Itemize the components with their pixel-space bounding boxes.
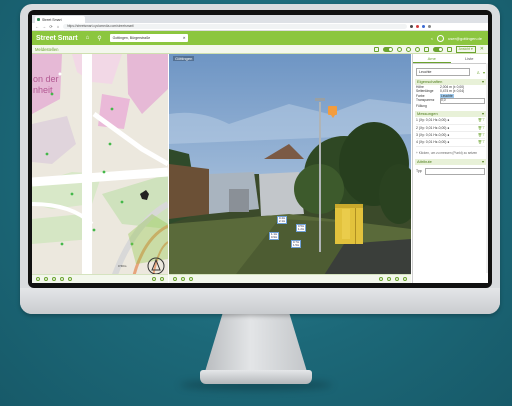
panorama-image[interactable] [169, 54, 411, 283]
measurement-label[interactable]: 1.1m 0.9m [269, 232, 280, 241]
search-icon[interactable]: ⚲ [97, 35, 101, 42]
app-header: Street Smart ⌂ ⚲ Gottingen, Bürgerstraße… [32, 31, 488, 45]
panorama-panel[interactable]: Göttingen 0.4m 2.1m 0.5m 1.2m 1.1m 0.9m … [169, 54, 411, 283]
measurement-label[interactable]: 0.7m 1.5m [291, 240, 302, 249]
locate-icon[interactable] [44, 277, 48, 281]
monitor-stand-base [200, 370, 312, 384]
eye-icon[interactable] [189, 277, 193, 281]
view-select[interactable]: Ansicht ▾ [455, 45, 476, 53]
feature-type-select[interactable]: Leuchte [416, 68, 471, 76]
measurement-row[interactable]: 3 (Xy: 0,01 Hz-0,00) ● 🗑 ⊤ [416, 132, 485, 140]
toolbar-tools: Ansicht ▾ ✕ [373, 45, 488, 53]
window-icon[interactable] [423, 46, 429, 52]
pin-icon[interactable]: ⊤ [482, 117, 485, 123]
target-icon[interactable] [414, 46, 420, 52]
browser-tab[interactable]: Street Smart [35, 16, 85, 23]
browser-tab-bar: Street Smart [32, 15, 488, 23]
panel-scrollbar[interactable] [486, 63, 488, 273]
user-area: < user@gottingen.de [431, 34, 488, 42]
reload-button[interactable]: ⟳ [49, 24, 53, 29]
user-name[interactable]: user@gottingen.de [448, 36, 482, 41]
tab-ame[interactable]: Ame [413, 54, 451, 63]
user-icon[interactable]: ♙ [476, 70, 480, 75]
map-status-bar [32, 274, 168, 283]
settings-icon[interactable] [405, 46, 411, 52]
attribute-input[interactable] [424, 167, 485, 175]
map-district-label: nheit [33, 85, 53, 95]
module-title: Meldestellen [35, 46, 59, 52]
panorama-status-bar [169, 274, 411, 283]
measurement-label[interactable]: 0.4m 2.1m [277, 216, 288, 225]
url-input[interactable]: https://streetsmart.cyclomedia.com/stree… [63, 24, 407, 29]
feature-type-row: Leuchte ♙ ▾ [413, 64, 488, 76]
zoom-out-icon[interactable] [160, 277, 164, 281]
close-icon[interactable]: ✕ [480, 46, 484, 52]
zoom-out-icon[interactable] [403, 277, 407, 281]
forward-button[interactable]: → [42, 24, 46, 29]
monitor-chin [20, 288, 500, 314]
measurement-row[interactable]: 2 (Xy: 0,01 Hz-0,00) ● 🗑 ⊤ [416, 125, 485, 133]
chevron-down-icon: ▾ [481, 158, 484, 164]
attribute-row: Typ [416, 167, 485, 175]
layers-icon[interactable] [36, 277, 40, 281]
search-input[interactable]: Gottingen, Bürgerstraße ✕ [109, 34, 188, 42]
panel-tabs: Ame Liste [413, 54, 488, 64]
extension-icon[interactable] [416, 25, 419, 28]
browser-tab-title: Street Smart [42, 17, 62, 22]
zoom-in-icon[interactable] [395, 277, 399, 281]
add-measurement-button[interactable]: + Klicken, um zu messen (Punkt) zu setze… [416, 151, 485, 155]
zoom-in-icon[interactable] [152, 277, 156, 281]
home-icon[interactable]: ⌂ [86, 35, 90, 41]
home-button[interactable]: ⌂ [56, 24, 60, 29]
share-icon[interactable]: < [431, 36, 433, 41]
info-icon[interactable] [387, 277, 391, 281]
measure-icon[interactable] [60, 277, 64, 281]
favicon-icon [37, 18, 40, 21]
module-toolbar: Meldestellen Ansicht ▾ ✕ [32, 45, 488, 54]
view-toggle[interactable] [432, 46, 443, 52]
chevron-down-icon[interactable]: ▾ [483, 70, 485, 75]
search-value: Gottingen, Bürgerstraße [112, 36, 151, 40]
measurement-row[interactable]: 1 (Xy: 0,01 Hz-0,00) ● 🗑 ⊤ [416, 117, 485, 125]
map-panel[interactable]: on der nheit 0 50m [32, 54, 168, 283]
map-scale: 0 50m [118, 264, 127, 268]
layers-icon[interactable] [173, 277, 177, 281]
pin-icon[interactable]: ⊤ [482, 132, 485, 138]
map-district-label: on der [33, 74, 59, 84]
pin-icon[interactable]: ⊤ [482, 139, 485, 145]
section-attributes[interactable]: Attribute ▾ [415, 158, 486, 165]
eye-icon[interactable] [52, 277, 56, 281]
attribute-label: Typ [416, 169, 422, 174]
property-row: Füllung [416, 103, 427, 108]
panorama-address: Göttingen [173, 56, 195, 61]
overlay-toggle[interactable] [382, 46, 393, 52]
browser-address-bar: ← → ⟳ ⌂ https://streetsmart.cyclomedia.c… [32, 23, 488, 31]
measure-icon[interactable] [396, 46, 402, 52]
info-icon[interactable] [68, 277, 72, 281]
extension-icon[interactable] [422, 25, 425, 28]
layers-icon[interactable] [373, 46, 379, 52]
back-button[interactable]: ← [35, 24, 39, 29]
tab-liste[interactable]: Liste [451, 54, 489, 63]
app-brand: Street Smart [36, 34, 78, 42]
extension-icon[interactable] [410, 25, 413, 28]
search-clear-button[interactable]: ✕ [183, 34, 186, 42]
measurement-row[interactable]: 4 (Xy: 0,01 Hz-0,00) ● 🗑 ⊤ [416, 139, 485, 147]
pin-icon[interactable]: ⊤ [482, 125, 485, 131]
screen: Street Smart ← → ⟳ ⌂ https://streetsmart… [32, 15, 488, 283]
export-icon[interactable] [446, 46, 452, 52]
menu-icon[interactable] [428, 25, 431, 28]
attributes-panel: Ame Liste Leuchte ♙ ▾ Eigenschaften ▾ Hö… [412, 54, 488, 283]
user-avatar-icon[interactable] [437, 34, 445, 42]
measurement-label[interactable]: 0.5m 1.2m [296, 224, 307, 233]
camera-icon[interactable] [181, 277, 185, 281]
measure-icon[interactable] [379, 277, 383, 281]
streetlight-marker-icon[interactable] [328, 106, 337, 118]
